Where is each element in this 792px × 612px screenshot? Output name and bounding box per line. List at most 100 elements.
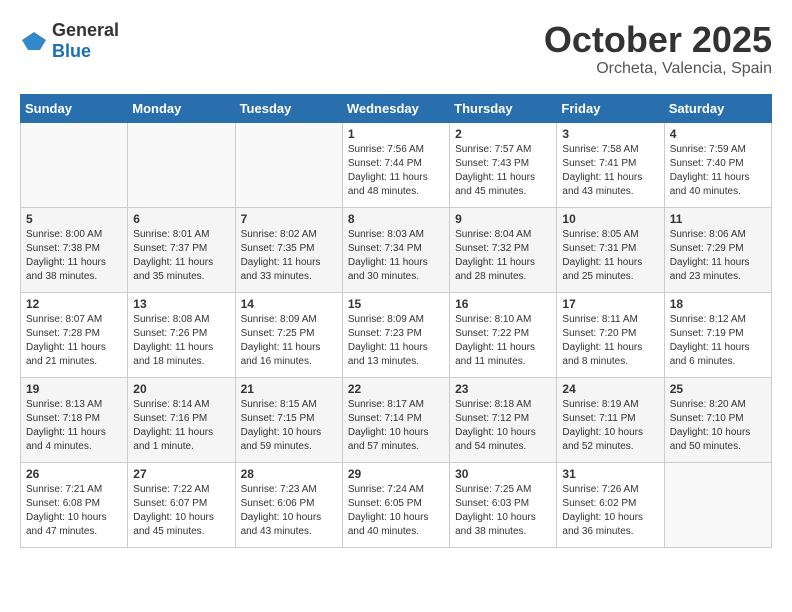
day-number: 30: [455, 467, 551, 481]
day-info: Sunrise: 8:08 AM Sunset: 7:26 PM Dayligh…: [133, 313, 229, 369]
calendar-cell: 15 Sunrise: 8:09 AM Sunset: 7:23 PM Dayli…: [342, 292, 449, 377]
logo-icon: [20, 30, 48, 52]
day-info: Sunrise: 8:07 AM Sunset: 7:28 PM Dayligh…: [26, 313, 122, 369]
day-number: 20: [133, 382, 229, 396]
day-info: Sunrise: 8:13 AM Sunset: 7:18 PM Dayligh…: [26, 398, 122, 454]
day-number: 25: [670, 382, 766, 396]
day-of-week-thursday: Thursday: [450, 94, 557, 122]
day-info: Sunrise: 8:18 AM Sunset: 7:12 PM Dayligh…: [455, 398, 551, 454]
day-number: 27: [133, 467, 229, 481]
calendar-cell: 29 Sunrise: 7:24 AM Sunset: 6:05 PM Dayli…: [342, 462, 449, 547]
calendar-cell: 26 Sunrise: 7:21 AM Sunset: 6:08 PM Dayli…: [21, 462, 128, 547]
day-info: Sunrise: 8:14 AM Sunset: 7:16 PM Dayligh…: [133, 398, 229, 454]
day-of-week-tuesday: Tuesday: [235, 94, 342, 122]
calendar-cell: 24Sunrise: 8:19 AM Sunset: 7:11 PM Dayli…: [557, 377, 664, 462]
day-number: 12: [26, 297, 122, 311]
calendar-cell: [128, 122, 235, 207]
day-info: Sunrise: 7:57 AM Sunset: 7:43 PM Dayligh…: [455, 143, 551, 199]
calendar-cell: 1Sunrise: 7:56 AM Sunset: 7:44 PM Daylig…: [342, 122, 449, 207]
day-number: 14: [241, 297, 337, 311]
calendar-week-2: 5 Sunrise: 8:00 AM Sunset: 7:38 PM Daylig…: [21, 207, 772, 292]
day-number: 5: [26, 212, 122, 226]
day-of-week-sunday: Sunday: [21, 94, 128, 122]
page-header: General Blue October 2025 Orcheta, Valen…: [20, 20, 772, 78]
day-number: 8: [348, 212, 444, 226]
day-info: Sunrise: 8:09 AM Sunset: 7:23 PM Dayligh…: [348, 313, 444, 369]
calendar-week-3: 12 Sunrise: 8:07 AM Sunset: 7:28 PM Dayli…: [21, 292, 772, 377]
day-info: Sunrise: 8:01 AM Sunset: 7:37 PM Dayligh…: [133, 228, 229, 284]
day-info: Sunrise: 8:00 AM Sunset: 7:38 PM Dayligh…: [26, 228, 122, 284]
day-info: Sunrise: 7:22 AM Sunset: 6:07 PM Dayligh…: [133, 483, 229, 539]
calendar-cell: [235, 122, 342, 207]
day-info: Sunrise: 8:20 AM Sunset: 7:10 PM Dayligh…: [670, 398, 766, 454]
day-of-week-friday: Friday: [557, 94, 664, 122]
calendar-cell: 19 Sunrise: 8:13 AM Sunset: 7:18 PM Dayli…: [21, 377, 128, 462]
day-info: Sunrise: 8:11 AM Sunset: 7:20 PM Dayligh…: [562, 313, 658, 369]
calendar-header: SundayMondayTuesdayWednesdayThursdayFrid…: [21, 94, 772, 122]
day-info: Sunrise: 8:03 AM Sunset: 7:34 PM Dayligh…: [348, 228, 444, 284]
calendar-cell: 28 Sunrise: 7:23 AM Sunset: 6:06 PM Dayli…: [235, 462, 342, 547]
day-number: 2: [455, 127, 551, 141]
calendar-body: 1Sunrise: 7:56 AM Sunset: 7:44 PM Daylig…: [21, 122, 772, 547]
calendar-cell: 20 Sunrise: 8:14 AM Sunset: 7:16 PM Dayli…: [128, 377, 235, 462]
calendar-cell: 30 Sunrise: 7:25 AM Sunset: 6:03 PM Dayli…: [450, 462, 557, 547]
day-number: 18: [670, 297, 766, 311]
day-info: Sunrise: 8:19 AM Sunset: 7:11 PM Dayligh…: [562, 398, 658, 454]
title-block: October 2025 Orcheta, Valencia, Spain: [544, 20, 772, 78]
day-info: Sunrise: 7:26 AM Sunset: 6:02 PM Dayligh…: [562, 483, 658, 539]
calendar-week-5: 26 Sunrise: 7:21 AM Sunset: 6:08 PM Dayli…: [21, 462, 772, 547]
calendar-cell: 13Sunrise: 8:08 AM Sunset: 7:26 PM Dayli…: [128, 292, 235, 377]
day-number: 11: [670, 212, 766, 226]
logo-text: General Blue: [52, 20, 119, 62]
calendar-cell: 17 Sunrise: 8:11 AM Sunset: 7:20 PM Dayli…: [557, 292, 664, 377]
day-info: Sunrise: 7:23 AM Sunset: 6:06 PM Dayligh…: [241, 483, 337, 539]
day-number: 10: [562, 212, 658, 226]
calendar-cell: 21Sunrise: 8:15 AM Sunset: 7:15 PM Dayli…: [235, 377, 342, 462]
day-info: Sunrise: 8:04 AM Sunset: 7:32 PM Dayligh…: [455, 228, 551, 284]
day-info: Sunrise: 8:17 AM Sunset: 7:14 PM Dayligh…: [348, 398, 444, 454]
day-number: 29: [348, 467, 444, 481]
calendar-cell: [21, 122, 128, 207]
calendar-cell: 31 Sunrise: 7:26 AM Sunset: 6:02 PM Dayli…: [557, 462, 664, 547]
day-info: Sunrise: 8:06 AM Sunset: 7:29 PM Dayligh…: [670, 228, 766, 284]
day-number: 26: [26, 467, 122, 481]
calendar-cell: 8 Sunrise: 8:03 AM Sunset: 7:34 PM Daylig…: [342, 207, 449, 292]
day-info: Sunrise: 8:09 AM Sunset: 7:25 PM Dayligh…: [241, 313, 337, 369]
day-of-week-monday: Monday: [128, 94, 235, 122]
calendar-cell: 3 Sunrise: 7:58 AM Sunset: 7:41 PM Daylig…: [557, 122, 664, 207]
calendar-week-1: 1Sunrise: 7:56 AM Sunset: 7:44 PM Daylig…: [21, 122, 772, 207]
day-number: 3: [562, 127, 658, 141]
day-number: 7: [241, 212, 337, 226]
day-info: Sunrise: 8:02 AM Sunset: 7:35 PM Dayligh…: [241, 228, 337, 284]
day-number: 28: [241, 467, 337, 481]
calendar-cell: 7 Sunrise: 8:02 AM Sunset: 7:35 PM Daylig…: [235, 207, 342, 292]
day-number: 4: [670, 127, 766, 141]
logo-blue: Blue: [52, 41, 91, 61]
day-number: 17: [562, 297, 658, 311]
day-number: 23: [455, 382, 551, 396]
day-number: 21: [241, 382, 337, 396]
calendar-cell: 12 Sunrise: 8:07 AM Sunset: 7:28 PM Dayli…: [21, 292, 128, 377]
day-info: Sunrise: 7:25 AM Sunset: 6:03 PM Dayligh…: [455, 483, 551, 539]
calendar-cell: 22Sunrise: 8:17 AM Sunset: 7:14 PM Dayli…: [342, 377, 449, 462]
day-info: Sunrise: 7:59 AM Sunset: 7:40 PM Dayligh…: [670, 143, 766, 199]
day-of-week-wednesday: Wednesday: [342, 94, 449, 122]
day-number: 9: [455, 212, 551, 226]
calendar-cell: 16Sunrise: 8:10 AM Sunset: 7:22 PM Dayli…: [450, 292, 557, 377]
month-title: October 2025: [544, 20, 772, 60]
day-number: 31: [562, 467, 658, 481]
day-number: 6: [133, 212, 229, 226]
calendar-cell: 2 Sunrise: 7:57 AM Sunset: 7:43 PM Daylig…: [450, 122, 557, 207]
calendar-cell: [664, 462, 771, 547]
day-number: 15: [348, 297, 444, 311]
calendar-cell: 27 Sunrise: 7:22 AM Sunset: 6:07 PM Dayli…: [128, 462, 235, 547]
day-number: 1: [348, 127, 444, 141]
day-info: Sunrise: 7:21 AM Sunset: 6:08 PM Dayligh…: [26, 483, 122, 539]
calendar-cell: 6 Sunrise: 8:01 AM Sunset: 7:37 PM Daylig…: [128, 207, 235, 292]
calendar-cell: 5 Sunrise: 8:00 AM Sunset: 7:38 PM Daylig…: [21, 207, 128, 292]
calendar-week-4: 19 Sunrise: 8:13 AM Sunset: 7:18 PM Dayli…: [21, 377, 772, 462]
day-info: Sunrise: 7:58 AM Sunset: 7:41 PM Dayligh…: [562, 143, 658, 199]
day-info: Sunrise: 7:24 AM Sunset: 6:05 PM Dayligh…: [348, 483, 444, 539]
location: Orcheta, Valencia, Spain: [544, 60, 772, 78]
day-number: 19: [26, 382, 122, 396]
